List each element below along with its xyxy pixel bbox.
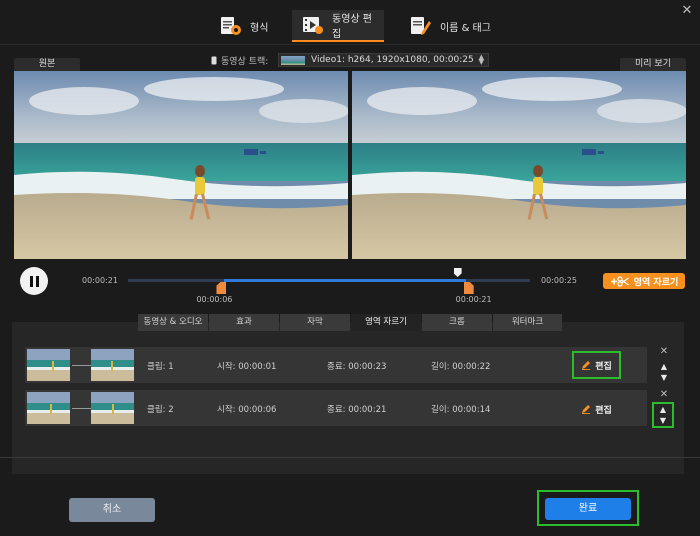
trim-start-time: 00:00:06: [196, 295, 233, 304]
current-time: 00:00:21: [82, 276, 118, 285]
clip-2-length: 길이: 00:00:14: [431, 405, 491, 415]
tab-effects[interactable]: 효과: [209, 314, 279, 331]
preview-video-frame: [352, 71, 686, 259]
clip-1-edit-button[interactable]: 편집: [572, 351, 621, 379]
tab-rename-tag-label: 이름 & 태그: [440, 22, 491, 34]
preview-label: 미리 보기: [620, 58, 686, 71]
clip-2-start: 시작: 00:00:06: [217, 405, 277, 415]
clip-1-start: 시작: 00:00:01: [217, 362, 277, 372]
clip-2-number: 클립: 2: [147, 405, 174, 415]
video-track-value: Video1: h264, 1920x1080, 00:00:25: [311, 55, 474, 65]
clip-2-end-thumbnail: [91, 392, 134, 424]
trim-end-time: 00:00:21: [455, 295, 492, 304]
clip-1-number: 클립: 1: [147, 362, 174, 372]
tab-video-edit-label: 동영상 편집: [332, 14, 372, 40]
add-trim-label: 영역 자르기: [633, 277, 679, 288]
trim-end-handle[interactable]: [463, 282, 474, 294]
clip-1-end: 종료: 00:00:23: [327, 362, 387, 372]
clip-1-end-thumbnail: [91, 349, 134, 381]
clip-2-start-thumbnail: [27, 392, 70, 424]
playhead-marker[interactable]: [453, 268, 462, 277]
original-label: 원본: [14, 58, 80, 71]
timeline-track[interactable]: [128, 279, 530, 282]
clip-1-length: 길이: 00:00:22: [431, 362, 491, 372]
clip-2-move-up-icon[interactable]: ▲: [654, 404, 672, 415]
video-track-label: 동영상 트랙:: [211, 54, 268, 67]
tab-trim[interactable]: 영역 자르기: [351, 314, 421, 331]
pencil-icon: [581, 404, 591, 414]
clip-2-move-down-icon[interactable]: ▼: [654, 415, 672, 426]
clip-1-edit-label: 편집: [595, 361, 612, 372]
clip-1-connector: [72, 365, 91, 366]
clip-1-reorder-arrows[interactable]: ▲ ▼: [653, 361, 675, 387]
clip-2-reorder-arrows[interactable]: ▲ ▼: [652, 402, 674, 428]
total-time: 00:00:25: [541, 276, 577, 285]
select-arrows-icon: ▲ ▼: [478, 53, 484, 66]
tab-watermark[interactable]: 워터마크: [493, 314, 562, 331]
tab-format-label: 형식: [250, 22, 269, 34]
video-track-label-text: 동영상 트랙:: [221, 57, 269, 67]
video-track-select[interactable]: Video1: h264, 1920x1080, 00:00:25 ▲ ▼: [278, 53, 489, 67]
tab-video-edit[interactable]: 동영상 편집: [292, 10, 384, 42]
pencil-icon: [581, 360, 591, 370]
trim-start-handle[interactable]: [216, 282, 227, 294]
pause-icon-bar-right: [35, 275, 39, 287]
clip-2-remove-icon[interactable]: ✕: [659, 389, 669, 400]
clip-1-remove-icon[interactable]: ✕: [659, 346, 669, 357]
cancel-button[interactable]: 취소: [69, 498, 155, 522]
clip-2-end: 종료: 00:00:21: [327, 405, 387, 415]
footer-divider: [0, 457, 700, 458]
clip-row-1[interactable]: 클립: 1 시작: 00:00:01 종료: 00:00:23 길이: 00:0…: [25, 347, 647, 383]
format-settings-icon: [220, 16, 242, 36]
tab-subtitles[interactable]: 자막: [280, 314, 350, 331]
track-thumbnail: [281, 56, 305, 65]
done-button-highlight: 완료: [537, 490, 639, 526]
clip-1-move-down-icon[interactable]: ▼: [653, 372, 675, 383]
clip-1-move-up-icon[interactable]: ▲: [653, 361, 675, 372]
video-edit-icon: [302, 15, 324, 35]
tab-format[interactable]: 형식: [210, 10, 278, 42]
close-icon[interactable]: ✕: [680, 4, 694, 18]
original-video-frame: [14, 71, 348, 259]
timeline-selection: [224, 279, 466, 282]
tab-rename-tag[interactable]: 이름 & 태그: [400, 10, 501, 42]
rename-tag-icon: [410, 16, 432, 36]
pause-icon-bar-left: [29, 275, 33, 287]
clip-2-connector: [72, 408, 91, 409]
add-trim-button[interactable]: 영역 자르기: [603, 273, 685, 289]
clip-1-start-thumbnail: [27, 349, 70, 381]
clip-row-2[interactable]: 클립: 2 시작: 00:00:06 종료: 00:00:21 길이: 00:0…: [25, 390, 647, 426]
tab-crop[interactable]: 크롭: [422, 314, 492, 331]
done-button[interactable]: 완료: [545, 498, 631, 520]
tab-video-audio[interactable]: 동영상 & 오디오: [138, 314, 208, 331]
phone-icon: [211, 56, 217, 65]
add-scissors-icon: [610, 275, 630, 287]
clip-2-edit-label: 편집: [595, 405, 612, 416]
pause-button[interactable]: [20, 267, 48, 295]
header-divider: [0, 44, 700, 45]
clip-2-edit-button[interactable]: 편집: [572, 395, 621, 423]
